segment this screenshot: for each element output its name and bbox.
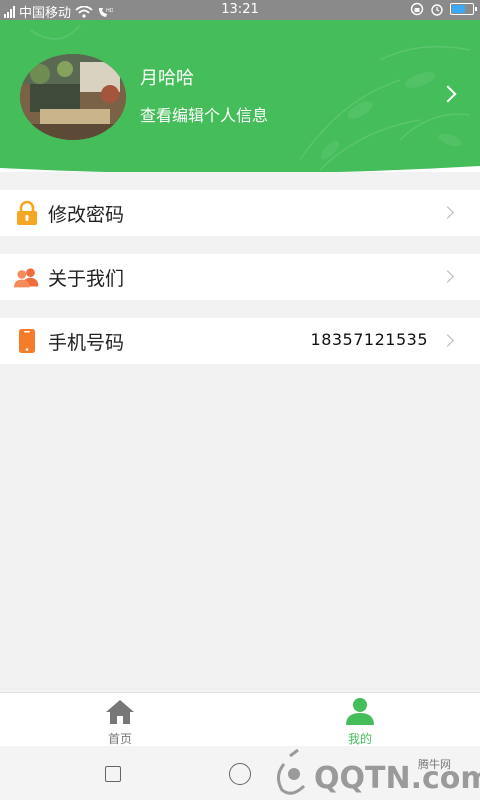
alarm-icon xyxy=(431,4,443,16)
tab-label: 我的 xyxy=(347,732,372,746)
chevron-right-icon xyxy=(441,334,454,347)
menu-item-label: 关于我们 xyxy=(48,268,125,290)
home-icon xyxy=(106,700,134,724)
home-button[interactable] xyxy=(229,763,251,785)
edit-profile-link[interactable]: 查看编辑个人信息 xyxy=(140,102,268,126)
watermark-logo: QQTN.com 腾牛网 xyxy=(277,748,480,796)
watermark-label: 腾牛网 xyxy=(418,757,451,771)
tab-home[interactable]: 首页 xyxy=(80,697,160,746)
chevron-right-icon xyxy=(441,206,454,219)
watermark-text: QQTN.com xyxy=(314,761,480,796)
phone-icon xyxy=(19,329,35,353)
menu-item-change-password[interactable]: 修改密码 xyxy=(0,190,480,236)
people-icon xyxy=(14,268,39,288)
menu-item-phone-number[interactable]: 手机号码 18357121535 xyxy=(0,318,480,364)
lock-icon xyxy=(17,200,37,225)
chevron-right-icon xyxy=(441,270,454,283)
recent-apps-button[interactable] xyxy=(105,766,121,782)
menu-item-label: 修改密码 xyxy=(48,204,125,226)
person-icon xyxy=(346,698,374,725)
watermark: QQTN.com 腾牛网 xyxy=(270,746,480,800)
profile-header[interactable]: 月哈哈 查看编辑个人信息 xyxy=(0,20,480,172)
menu-item-about-us[interactable]: 关于我们 xyxy=(0,254,480,300)
system-nav-bar: QQTN.com 腾牛网 xyxy=(0,746,480,800)
avatar-photo xyxy=(20,54,126,140)
battery-icon xyxy=(450,3,477,15)
tab-mine[interactable]: 我的 xyxy=(320,697,400,746)
tab-label: 首页 xyxy=(107,732,132,746)
status-bar: 中国移动 HD 13:21 xyxy=(0,0,480,21)
phone-number-value: 18357121535 xyxy=(310,330,428,349)
lock-rotation-icon xyxy=(410,2,424,16)
status-time: 13:21 xyxy=(221,2,259,17)
status-right xyxy=(410,2,477,16)
menu-item-label: 手机号码 xyxy=(48,332,125,354)
avatar[interactable] xyxy=(20,54,126,140)
username: 月哈哈 xyxy=(140,68,194,89)
bottom-tab-bar: 首页 我的 xyxy=(0,692,480,746)
